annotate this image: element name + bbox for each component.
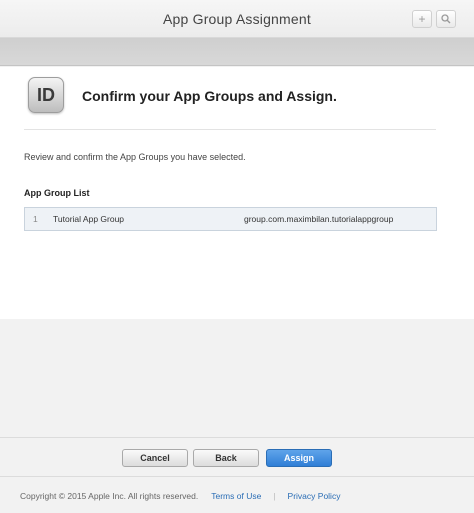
- plus-icon: +: [418, 12, 426, 26]
- search-icon: [441, 14, 451, 24]
- app-group-name: Tutorial App Group: [53, 214, 125, 224]
- app-group-list-label: App Group List: [24, 188, 90, 198]
- confirm-panel: ID Confirm your App Groups and Assign. R…: [0, 67, 474, 319]
- footer-divider: [0, 476, 474, 477]
- app-id-icon: ID: [28, 77, 64, 113]
- add-button[interactable]: +: [412, 10, 432, 28]
- back-button[interactable]: Back: [193, 449, 259, 467]
- header-band: [0, 38, 474, 66]
- page-heading: Confirm your App Groups and Assign.: [82, 88, 337, 104]
- privacy-policy-link[interactable]: Privacy Policy: [288, 491, 341, 501]
- actions-divider: [0, 437, 474, 438]
- assign-button[interactable]: Assign: [266, 449, 332, 467]
- instructions-text: Review and confirm the App Groups you ha…: [24, 152, 246, 162]
- app-group-identifier: group.com.maximbilan.tutorialappgroup: [244, 214, 394, 224]
- cancel-button[interactable]: Cancel: [122, 449, 188, 467]
- heading-divider: [24, 129, 436, 130]
- window-title: App Group Assignment: [163, 11, 311, 27]
- footer: Copyright © 2015 Apple Inc. All rights r…: [20, 491, 340, 501]
- search-button[interactable]: [436, 10, 456, 28]
- row-number: 1: [33, 214, 38, 224]
- terms-of-use-link[interactable]: Terms of Use: [211, 491, 261, 501]
- app-id-badge-text: ID: [37, 84, 55, 105]
- table-row: 1 Tutorial App Group group.com.maximbila…: [24, 207, 437, 231]
- copyright-text: Copyright © 2015 Apple Inc. All rights r…: [20, 491, 199, 501]
- footer-separator: |: [273, 491, 276, 501]
- window-header: App Group Assignment +: [0, 0, 474, 38]
